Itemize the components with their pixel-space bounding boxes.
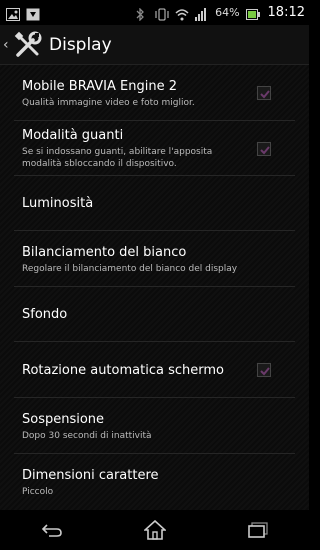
page-title: Display <box>49 34 112 55</box>
setting-sfondo[interactable]: Sfondo <box>0 287 309 342</box>
setting-subtitle: Se si indossano guanti, abilitare l'appo… <box>22 147 213 169</box>
checkbox[interactable] <box>257 141 271 156</box>
setting-title: Sfondo <box>22 307 68 322</box>
up-caret-icon[interactable]: ‹ <box>3 37 13 53</box>
wifi-icon <box>175 6 189 21</box>
navigation-bar <box>0 510 309 550</box>
status-bar: 64% 18:12 <box>0 0 309 25</box>
setting-title: Modalità guanti <box>22 128 124 143</box>
clock: 18:12 <box>267 5 305 20</box>
setting-dimensioni-carattere[interactable]: Dimensioni carattere Piccolo <box>0 454 309 510</box>
setting-sospensione[interactable]: Sospensione Dopo 30 secondi di inattivit… <box>0 398 309 454</box>
setting-luminosita[interactable]: Luminosità <box>0 176 309 231</box>
settings-tools-icon[interactable] <box>13 30 43 60</box>
action-bar: ‹ Display <box>0 25 309 65</box>
download-icon <box>26 6 40 21</box>
checkbox[interactable] <box>257 363 271 377</box>
battery-icon <box>245 6 260 20</box>
battery-percent: 64% <box>215 6 240 19</box>
back-icon[interactable] <box>32 515 72 545</box>
setting-title: Mobile BRAVIA Engine 2 <box>22 78 177 94</box>
setting-title: Rotazione automatica schermo <box>22 362 224 378</box>
setting-mobile-bravia-engine[interactable]: Mobile BRAVIA Engine 2 Qualità immagine … <box>0 65 309 121</box>
setting-title: Dimensioni carattere <box>22 467 159 483</box>
setting-subtitle: Regolare il bilanciamento del bianco del… <box>22 263 238 274</box>
setting-title: Luminosità <box>22 196 94 211</box>
signal-icon <box>195 6 209 21</box>
home-icon[interactable] <box>135 515 175 545</box>
setting-rotazione-automatica[interactable]: Rotazione automatica schermo <box>0 342 309 398</box>
image-icon <box>6 6 20 21</box>
recent-apps-icon[interactable] <box>238 515 278 545</box>
settings-list: Mobile BRAVIA Engine 2 Qualità immagine … <box>0 65 309 510</box>
setting-bilanciamento-bianco[interactable]: Bilanciamento del bianco Regolare il bil… <box>0 231 309 287</box>
checkbox[interactable] <box>257 86 271 100</box>
setting-subtitle: Piccolo <box>22 486 54 497</box>
status-right: 64% 18:12 <box>135 5 305 22</box>
setting-title: Bilanciamento del bianco <box>22 244 187 260</box>
setting-subtitle: Qualità immagine video e foto miglior. <box>22 97 195 108</box>
setting-modalita-guanti[interactable]: Modalità guanti Se si indossano guanti, … <box>0 121 309 176</box>
bluetooth-icon <box>135 6 149 22</box>
status-left <box>6 6 40 21</box>
setting-subtitle: Dopo 30 secondi di inattività <box>22 430 152 441</box>
vibrate-icon <box>155 6 169 21</box>
setting-title: Sospensione <box>22 411 105 427</box>
